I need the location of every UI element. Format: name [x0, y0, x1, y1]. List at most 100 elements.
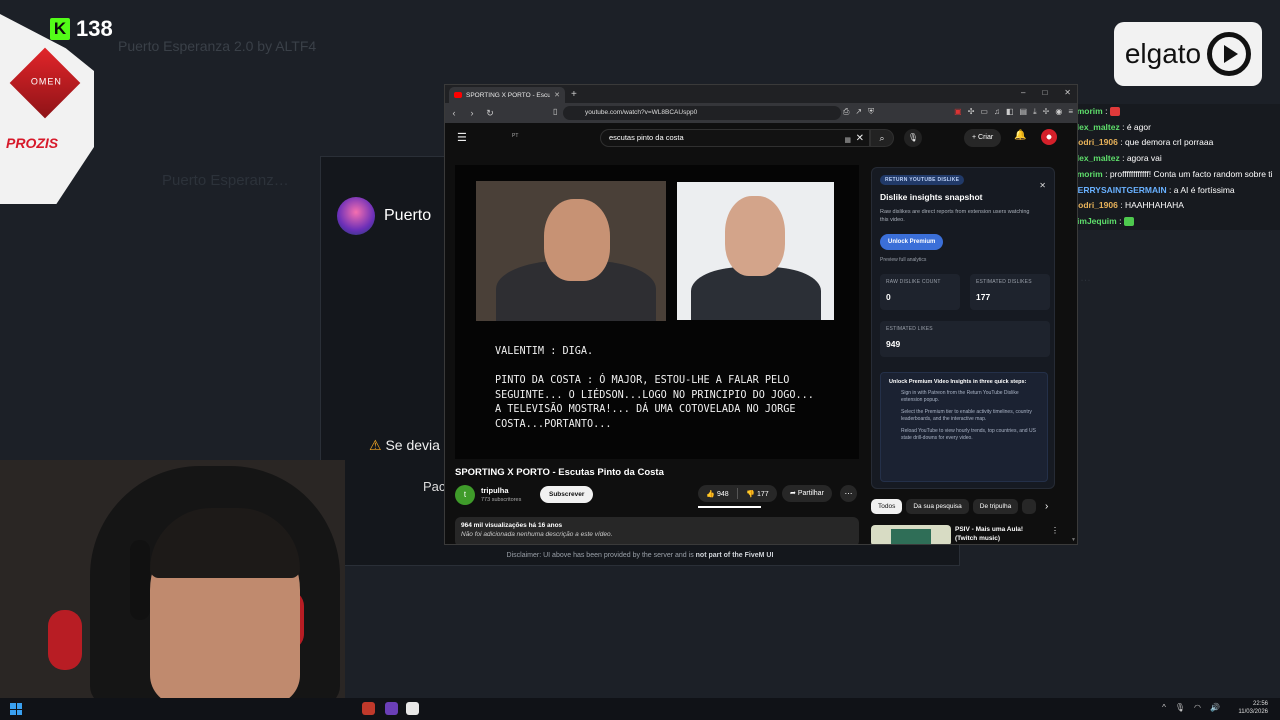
tray-chevron-icon[interactable]: ^ — [1162, 703, 1166, 712]
clock-time: 22:56 — [1252, 701, 1268, 707]
keyboard-icon[interactable]: ▦ — [844, 133, 851, 149]
video-photo-left — [476, 181, 666, 321]
chat-username[interactable]: Rodri_1906 — [1072, 200, 1118, 210]
chat-message: TimJequim : — [1072, 214, 1280, 230]
prozis-logo: PROZIS — [6, 135, 59, 151]
taskbar-app-icon-2[interactable] — [385, 702, 398, 715]
notifications-bell-icon[interactable]: 🔔 — [1014, 130, 1026, 141]
chat-text: HAAHHAHAHA — [1122, 200, 1184, 211]
voice-search-button[interactable]: 🎙 — [904, 129, 922, 147]
chat-username[interactable]: Rodri_1906 — [1072, 137, 1118, 147]
system-tray: ^ 🎙 ◠ 🔊 — [1162, 703, 1220, 712]
warning-text: Se devia — [385, 437, 440, 453]
chat-message: amorim : — [1072, 104, 1280, 120]
window-controls: – □ ✕ — [1021, 88, 1071, 97]
downloads-icon[interactable]: ⤓ — [1033, 107, 1037, 117]
shield-icon[interactable]: ⛨ — [868, 107, 874, 117]
share-page-icon[interactable]: ↗ — [855, 107, 862, 117]
taskbar: ^ 🎙 ◠ 🔊 22:56 11/03/2026 — [0, 698, 1280, 720]
tray-wifi-icon[interactable]: ◠ — [1194, 703, 1201, 712]
bg-ghost-text: Puerto Esperanz… — [162, 172, 289, 189]
address-bar[interactable]: youtube.com/watch?v=WL8BCAUspp0 — [563, 106, 841, 120]
ext-puzzle-icon[interactable]: ✣ — [968, 107, 975, 117]
chat-username[interactable]: PERRYSAINTGERMAIN — [1072, 185, 1167, 195]
account-avatar[interactable] — [1041, 129, 1057, 145]
raw-dislike-value: 0 — [886, 292, 891, 302]
chat-message: PERRYSAINTGERMAIN : a AI é fortíssima — [1072, 183, 1280, 199]
chat-username[interactable]: alex_maltez — [1072, 122, 1120, 132]
maximize-button[interactable]: □ — [1042, 88, 1047, 97]
new-tab-button[interactable]: + — [571, 89, 577, 100]
like-button[interactable]: 👍 948 — [698, 490, 737, 498]
install-icon[interactable]: ⎙ — [843, 107, 849, 117]
tray-volume-icon[interactable]: 🔊 — [1210, 703, 1220, 712]
extensions-icon[interactable]: ✢ — [1043, 107, 1050, 117]
chat-username[interactable]: alex_maltez — [1072, 153, 1120, 163]
more-icon: ⋯ — [844, 489, 853, 498]
search-button[interactable]: ⌕ — [870, 129, 894, 147]
photo-face-right — [725, 196, 785, 276]
game-window-title: Puerto Esperanza 2.0 by ALTF4 — [118, 38, 317, 54]
taskbar-app-icon-3[interactable] — [406, 702, 419, 715]
channel-name[interactable]: tripulha — [481, 486, 509, 495]
ext-red-icon[interactable]: ▣ — [954, 107, 962, 117]
chat-username[interactable]: TimJequim — [1072, 216, 1117, 226]
create-button[interactable]: + Criar — [964, 129, 1002, 147]
game-pac-text: Pac — [423, 479, 446, 494]
suggestion-more-icon[interactable]: ⋮ — [1051, 526, 1059, 535]
chat-separator: : — [1102, 106, 1108, 116]
chip-from-search[interactable]: Da sua pesquisa — [906, 499, 969, 514]
minimize-button[interactable]: – — [1021, 88, 1025, 97]
back-icon[interactable]: ‹ — [449, 108, 459, 118]
video-player[interactable]: VALENTIM : DIGA. PINTO DA COSTA : Ó MAJO… — [455, 165, 859, 459]
step-3: Reload YouTube to view hourly trends, to… — [901, 428, 1036, 441]
chip-all[interactable]: Todos — [871, 499, 903, 514]
media-icon[interactable]: ♫ — [994, 107, 1000, 117]
channel-avatar[interactable]: t — [455, 485, 475, 505]
menu-icon[interactable]: ≡ — [1068, 107, 1073, 117]
create-label: Criar — [978, 134, 994, 141]
preview-analytics-link[interactable]: Preview full analytics — [880, 257, 926, 263]
mic-icon: 🎙 — [907, 133, 919, 142]
chip-from-channel[interactable]: De tripulha — [972, 499, 1019, 514]
suggestion-thumbnail[interactable] — [871, 525, 951, 544]
chevron-right-icon[interactable]: › — [1045, 501, 1048, 512]
estimated-likes-value: 949 — [886, 339, 901, 349]
dislike-button[interactable]: 👎 177 — [738, 490, 777, 498]
unlock-premium-button[interactable]: Unlock Premium — [880, 234, 944, 250]
tray-mic-icon[interactable]: 🎙 — [1175, 703, 1185, 712]
close-window-button[interactable]: ✕ — [1064, 88, 1071, 97]
more-actions-button[interactable]: ⋯ — [840, 485, 857, 502]
windows-start-icon[interactable] — [10, 703, 22, 715]
subscribe-button[interactable]: Subscrever — [540, 486, 594, 503]
stream-chat: amorim : alex_maltez : é agor Rodri_1906 :… — [1072, 104, 1280, 230]
step-2: Select the Premium tier to enable activi… — [901, 409, 1032, 422]
tab-close-icon[interactable]: ✕ — [554, 91, 560, 99]
sidepanel-icon[interactable]: ◧ — [1006, 107, 1014, 117]
ext-box-icon[interactable]: ▤ — [1020, 107, 1028, 117]
suggestion-title[interactable]: PSIV - Mais uma Aula! (Twitch music) — [955, 525, 1045, 543]
chat-text: a AI é fortíssima — [1171, 184, 1235, 195]
like-ratio-bar — [698, 506, 761, 508]
tab-youtube[interactable]: SPORTING X PORTO - Escuta ✕ — [449, 87, 565, 103]
elgato-text: elgato — [1124, 38, 1202, 69]
scroll-down-icon[interactable]: ▼ — [1071, 537, 1076, 543]
taskbar-app-icon-1[interactable] — [362, 702, 375, 715]
description-box[interactable]: 964 mil visualizações há 16 anos Não foi… — [455, 517, 859, 544]
youtube-header: ☰ PT escutas pinto da costa ▦ ✕ ⌕ 🎙 + Cr… — [445, 123, 1077, 151]
filter-chips: Todos Da sua pesquisa De tripulha — [871, 499, 1037, 514]
extensions-row: ▣ ✣ ▭ ♫ ◧ ▤ ⤓ ✢ ◉ ≡ — [954, 107, 1073, 117]
search-input[interactable]: escutas pinto da costa ▦ ✕ — [600, 129, 870, 147]
profile-icon[interactable]: ◉ — [1055, 107, 1062, 117]
taskbar-clock[interactable]: 22:56 11/03/2026 — [1238, 700, 1268, 716]
ext-screen-icon[interactable]: ▭ — [980, 107, 988, 117]
hamburger-icon[interactable]: ☰ — [457, 131, 467, 144]
chat-emote-icon — [1124, 217, 1135, 227]
chip-overflow[interactable] — [1022, 499, 1037, 514]
share-button[interactable]: ➦ Partilhar — [782, 485, 832, 502]
forward-icon[interactable]: › — [467, 108, 477, 118]
reload-icon[interactable]: ↻ — [485, 108, 495, 119]
bookmark-icon[interactable]: ▯ — [553, 107, 557, 116]
clear-search-icon[interactable]: ✕ — [856, 131, 864, 147]
close-icon[interactable]: ✕ — [1039, 181, 1046, 190]
